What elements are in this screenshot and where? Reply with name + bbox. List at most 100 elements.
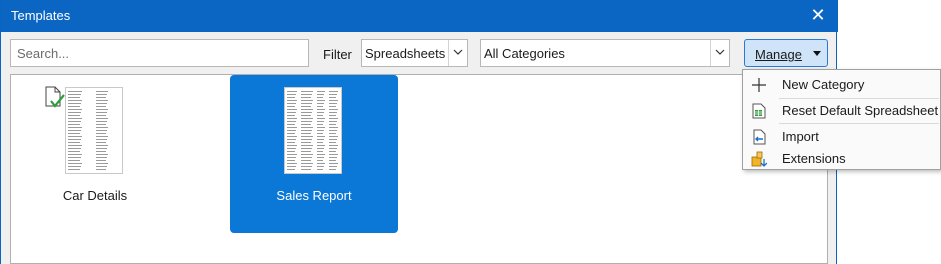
menu-item-new-category[interactable]: New Category bbox=[743, 74, 940, 95]
category-filter-select[interactable]: All Categories bbox=[480, 39, 730, 67]
thumbnail-line bbox=[317, 154, 325, 155]
thumbnail-line bbox=[68, 166, 81, 167]
thumbnail-line bbox=[301, 169, 311, 170]
thumbnail-line bbox=[68, 112, 81, 113]
thumbnail-line bbox=[301, 142, 311, 143]
manage-button[interactable]: Manage bbox=[744, 39, 828, 67]
thumbnail-line bbox=[68, 151, 80, 152]
thumbnail-line bbox=[317, 103, 324, 104]
thumbnail-line bbox=[329, 91, 338, 92]
thumbnail-line bbox=[68, 142, 80, 143]
thumbnail-line bbox=[287, 169, 295, 170]
menu-item-reset-default[interactable]: Reset Default Spreadsheet bbox=[743, 100, 940, 121]
thumbnail-line bbox=[68, 106, 80, 107]
chevron-down-icon bbox=[710, 40, 729, 66]
thumbnail-line bbox=[317, 136, 325, 137]
thumbnail-line bbox=[96, 127, 108, 128]
thumbnail-line bbox=[68, 97, 80, 98]
thumbnail-line bbox=[317, 97, 323, 98]
thumbnail-line bbox=[68, 145, 82, 146]
thumbnail-line bbox=[287, 118, 297, 119]
thumbnail-line bbox=[329, 133, 336, 134]
thumbnail-line bbox=[68, 121, 81, 122]
thumbnail-line bbox=[301, 151, 311, 152]
thumbnail-line bbox=[68, 136, 82, 137]
thumbnail-line bbox=[317, 160, 323, 161]
thumbnail-line bbox=[317, 157, 324, 158]
thumbnail-line bbox=[287, 127, 297, 128]
thumbnail-line bbox=[96, 115, 106, 116]
thumbnail-line bbox=[301, 163, 313, 164]
thumbnail-line bbox=[329, 148, 337, 149]
thumbnail-line bbox=[329, 112, 337, 113]
templates-dialog: Templates ✕ Filter Spreadsheets All Cate… bbox=[0, 0, 838, 264]
title-bar: Templates ✕ bbox=[1, 0, 838, 32]
menu-item-import[interactable]: Import bbox=[743, 126, 940, 147]
template-item-car-details[interactable]: Car Details bbox=[11, 75, 179, 233]
thumbnail-line bbox=[287, 91, 297, 92]
thumbnail-line bbox=[287, 136, 297, 137]
menu-item-label: Reset Default Spreadsheet bbox=[782, 103, 939, 118]
import-icon bbox=[751, 129, 767, 145]
thumbnail-line bbox=[329, 94, 337, 95]
type-filter-select[interactable]: Spreadsheets bbox=[361, 39, 468, 67]
thumbnail-line bbox=[287, 133, 295, 134]
menu-item-label: Extensions bbox=[782, 151, 846, 166]
thumbnail-line bbox=[317, 130, 324, 131]
thumbnail-line bbox=[301, 97, 311, 98]
thumbnail-line bbox=[317, 166, 324, 167]
thumbnail-line bbox=[301, 121, 312, 122]
thumbnail-line bbox=[329, 136, 338, 137]
thumbnail-line bbox=[317, 145, 325, 146]
plus-icon bbox=[751, 77, 767, 93]
thumbnail-line bbox=[317, 109, 325, 110]
thumbnail-line bbox=[301, 160, 311, 161]
thumbnail-line bbox=[329, 130, 337, 131]
thumbnail-line bbox=[317, 169, 323, 170]
thumbnail-line bbox=[317, 133, 323, 134]
thumbnail-line bbox=[68, 118, 82, 119]
thumbnail-line bbox=[301, 103, 312, 104]
thumbnail-line bbox=[301, 154, 313, 155]
thumbnail-line bbox=[287, 112, 296, 113]
close-icon[interactable]: ✕ bbox=[798, 0, 838, 32]
thumbnail-line bbox=[317, 124, 323, 125]
thumbnail-line bbox=[301, 166, 312, 167]
thumbnail-line bbox=[68, 169, 80, 170]
thumbnail-line bbox=[68, 115, 80, 116]
window-title: Templates bbox=[11, 8, 71, 23]
thumbnail-line bbox=[68, 94, 81, 95]
template-name: Car Details bbox=[62, 188, 128, 203]
thumbnail-line bbox=[68, 130, 81, 131]
thumbnail-line bbox=[68, 127, 82, 128]
thumbnail-line bbox=[329, 151, 336, 152]
thumbnail-line bbox=[68, 148, 81, 149]
thumbnail-line bbox=[96, 94, 107, 95]
thumbnail-line bbox=[96, 139, 107, 140]
thumbnail-line bbox=[317, 127, 325, 128]
menu-item-extensions[interactable]: Extensions bbox=[743, 148, 940, 169]
template-item-sales-report[interactable]: Sales Report bbox=[230, 75, 398, 233]
thumbnail-line bbox=[287, 163, 297, 164]
thumbnail-line bbox=[68, 157, 81, 158]
search-input[interactable] bbox=[10, 39, 309, 67]
thumbnail-line bbox=[68, 103, 81, 104]
thumbnail-line bbox=[287, 124, 295, 125]
thumbnail-line bbox=[301, 157, 312, 158]
thumbnail-line bbox=[287, 139, 296, 140]
thumbnail-line bbox=[287, 103, 296, 104]
thumbnail-line bbox=[301, 127, 313, 128]
type-filter-value: Spreadsheets bbox=[365, 46, 446, 61]
thumbnail-line bbox=[287, 106, 295, 107]
thumbnail-line bbox=[301, 100, 313, 101]
thumbnail-line bbox=[287, 151, 295, 152]
thumbnail-line bbox=[317, 148, 324, 149]
thumbnail-line bbox=[68, 139, 81, 140]
template-name: Sales Report bbox=[276, 188, 352, 203]
thumbnail-line bbox=[301, 112, 312, 113]
thumbnail-line bbox=[96, 124, 106, 125]
thumbnail-line bbox=[96, 151, 106, 152]
thumbnail-line bbox=[317, 163, 325, 164]
thumbnail-line bbox=[329, 115, 336, 116]
thumbnail-line bbox=[317, 91, 325, 92]
